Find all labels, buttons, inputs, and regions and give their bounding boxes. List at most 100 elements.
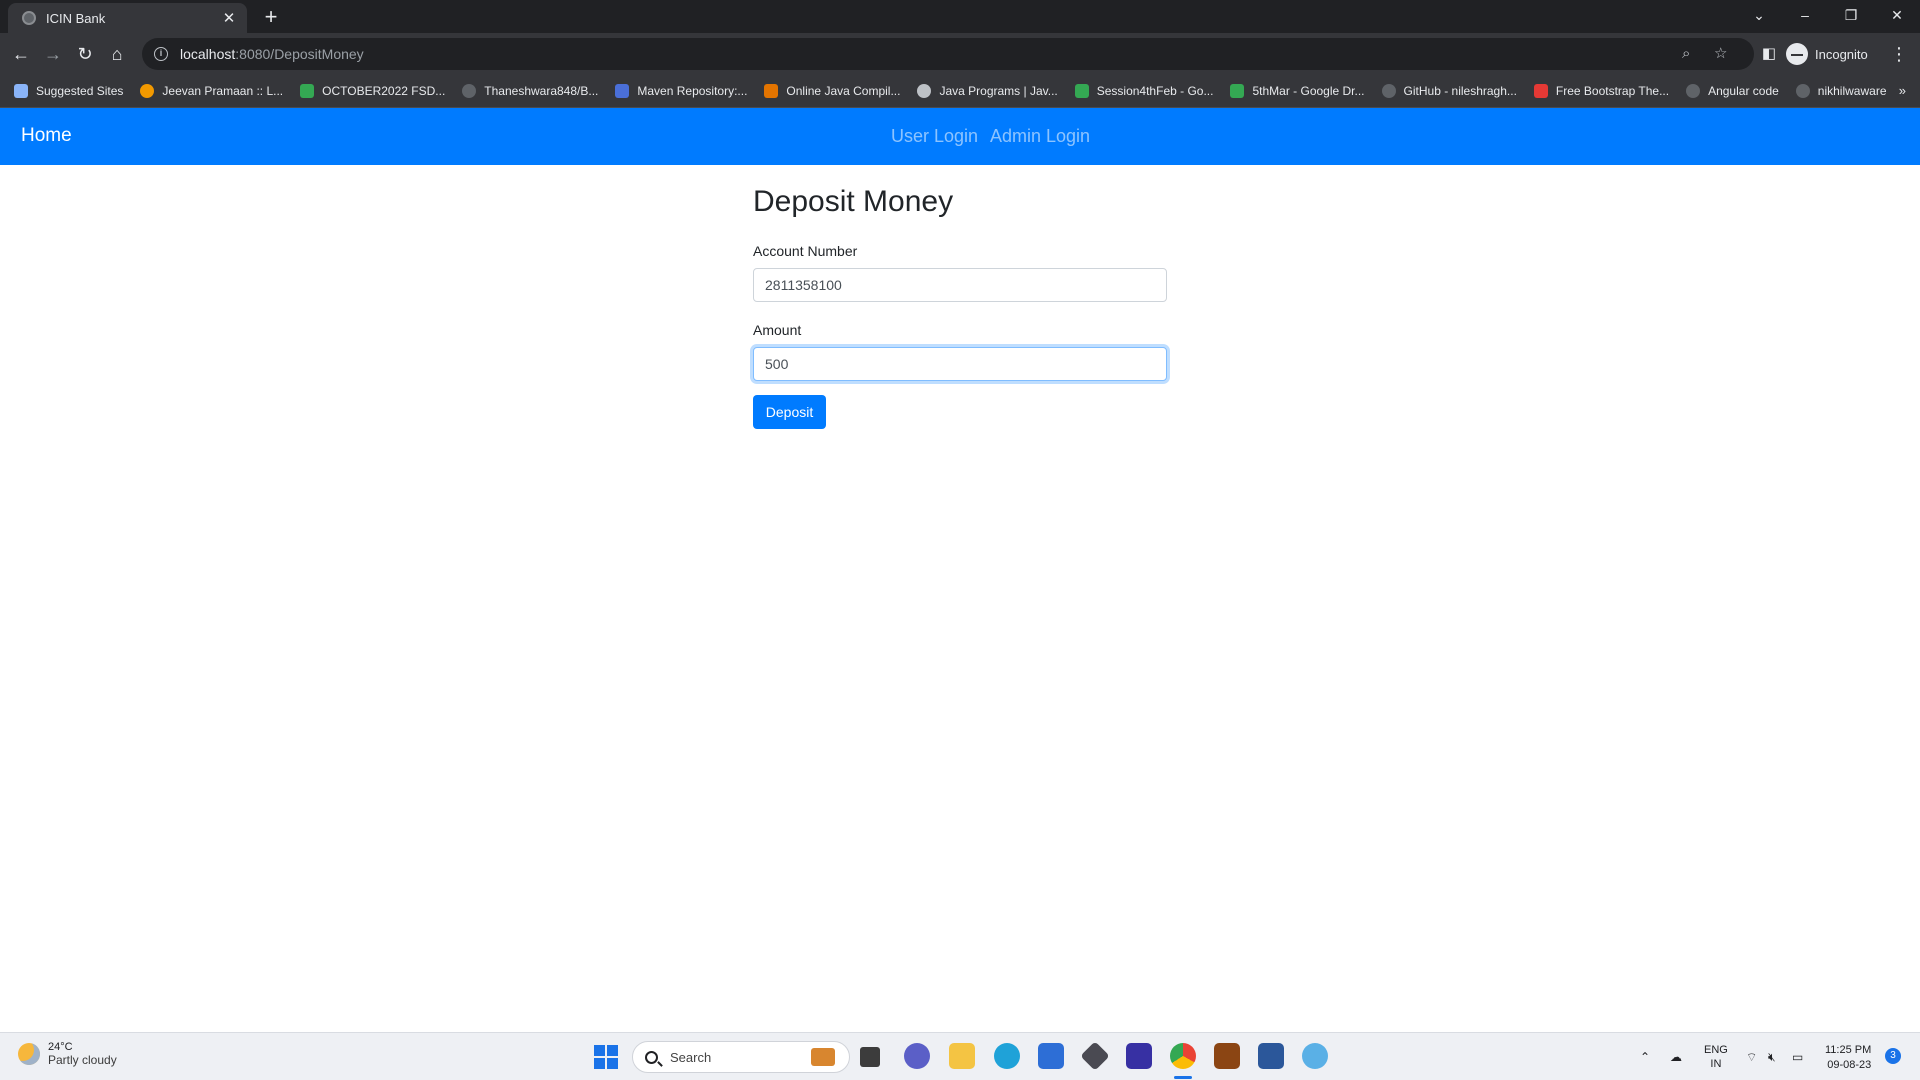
game-app-icon[interactable]: [1214, 1043, 1240, 1069]
partly-cloudy-icon: [18, 1043, 40, 1065]
account-number-label: Account Number: [753, 243, 858, 259]
github-icon: [462, 84, 477, 98]
bookmark-label: Maven Repository:...: [637, 84, 748, 98]
search-icon: [645, 1050, 658, 1064]
google-drive-icon: [1230, 84, 1245, 98]
weather-widget[interactable]: 24°C Partly cloudy: [18, 1041, 117, 1067]
incognito-label: Incognito: [1815, 46, 1868, 62]
menu-kebab-icon[interactable]: ⋮: [1886, 41, 1912, 67]
globe-icon: [22, 11, 36, 25]
language-indicator[interactable]: ENG IN: [1704, 1043, 1728, 1071]
browser-tab-active[interactable]: ICIN Bank ✕: [8, 3, 247, 33]
clock-time: 11:25 PM: [1825, 1044, 1872, 1056]
app-navbar: Home User Login Admin Login: [0, 108, 1920, 165]
back-arrow-icon[interactable]: ←: [8, 41, 34, 67]
reload-icon[interactable]: ↻: [72, 41, 98, 67]
new-tab-button[interactable]: +: [258, 4, 284, 30]
url-path: :8080/DepositMoney: [235, 46, 364, 62]
weather-desc: Partly cloudy: [48, 1053, 117, 1067]
incognito-profile-button[interactable]: Incognito: [1786, 40, 1868, 68]
github-icon: [1686, 84, 1701, 98]
show-hidden-icons-chevron-icon[interactable]: ⌃: [1640, 1033, 1650, 1080]
maven-icon: [615, 84, 630, 98]
bookmark-item[interactable]: Maven Repository:...: [615, 84, 747, 98]
lang-line1: ENG: [1704, 1044, 1728, 1056]
url-host: localhost: [180, 46, 236, 62]
vs-code-app-icon[interactable]: [1126, 1043, 1152, 1069]
bookmark-item[interactable]: nikhilwaware: [1795, 84, 1887, 98]
bookmark-star-icon[interactable]: ☆: [1714, 38, 1727, 70]
github-icon: [1795, 84, 1810, 98]
info-icon[interactable]: i: [154, 47, 168, 61]
onedrive-cloud-icon[interactable]: ☁: [1670, 1033, 1682, 1080]
bookmark-label: GitHub - nileshragh...: [1403, 84, 1517, 98]
weather-temp: 24°C: [48, 1041, 73, 1053]
bookmark-item[interactable]: Thaneshwara848/B...: [462, 84, 598, 98]
address-bar[interactable]: i localhost:8080/DepositMoney ⌕ ☆: [142, 38, 1754, 70]
bookmark-item[interactable]: Free Bootstrap The...: [1533, 84, 1669, 98]
forward-arrow-icon[interactable]: →: [40, 41, 66, 67]
bookmark-item[interactable]: GitHub - nileshragh...: [1381, 84, 1517, 98]
windows-start-icon[interactable]: [594, 1045, 618, 1069]
bookmarks-overflow-icon[interactable]: »: [1899, 83, 1906, 98]
clock-date: 09-08-23: [1827, 1059, 1872, 1071]
bookmark-label: Angular code: [1708, 84, 1779, 98]
bookmarks-bar: Suggested Sites Jeevan Pramaan :: L... OCT…: [0, 75, 1920, 108]
minimize-icon[interactable]: –: [1782, 0, 1828, 30]
nav-home-link[interactable]: Home: [21, 125, 72, 147]
tab-search-chevron-icon[interactable]: ⌄: [1736, 0, 1782, 30]
tab-close-icon[interactable]: ✕: [221, 9, 237, 27]
teams-chat-icon[interactable]: [904, 1043, 930, 1069]
bookmark-item[interactable]: 5thMar - Google Dr...: [1230, 84, 1365, 98]
amount-label: Amount: [753, 322, 802, 338]
battery-icon[interactable]: ▭: [1792, 1033, 1803, 1080]
microsoft-store-icon[interactable]: [1038, 1043, 1064, 1069]
globe-icon: [917, 84, 932, 98]
restore-icon[interactable]: ❐: [1828, 0, 1874, 30]
bookmark-label: Java Programs | Jav...: [939, 84, 1058, 98]
zoom-icon[interactable]: ⌕: [1682, 38, 1690, 70]
side-panel-icon[interactable]: ◧: [1756, 41, 1782, 67]
taskbar-search-label: Search: [670, 1049, 712, 1065]
edge-icon[interactable]: [994, 1043, 1020, 1069]
file-explorer-icon[interactable]: [949, 1043, 975, 1069]
clock[interactable]: 11:25 PM 09-08-23: [1825, 1043, 1871, 1073]
lang-line2: IN: [1710, 1058, 1722, 1070]
bookmark-item[interactable]: Angular code: [1686, 84, 1779, 98]
wifi-icon[interactable]: ⌔: [1746, 1033, 1757, 1080]
nav-admin-login-link[interactable]: Admin Login: [990, 126, 1090, 147]
bookmark-label: Thaneshwara848/B...: [484, 84, 599, 98]
bookmark-item[interactable]: Session4thFeb - Go...: [1074, 84, 1213, 98]
close-window-icon[interactable]: ✕: [1874, 0, 1920, 30]
unity-app-icon[interactable]: [1080, 1041, 1110, 1071]
browser-tab-strip: ICIN Bank ✕ + ⌄ – ❐ ✕: [0, 0, 1920, 33]
bookmark-label: 5thMar - Google Dr...: [1252, 84, 1365, 98]
bookmark-label: Online Java Compil...: [786, 84, 901, 98]
notification-badge[interactable]: 3: [1885, 1048, 1901, 1064]
settings-app-icon[interactable]: [1302, 1043, 1328, 1069]
bookmark-label: Suggested Sites: [36, 84, 124, 98]
incognito-icon: [1786, 43, 1808, 65]
bookmark-item[interactable]: Java Programs | Jav...: [917, 84, 1058, 98]
deposit-button[interactable]: Deposit: [753, 395, 826, 429]
web-page: Home User Login Admin Login Deposit Mone…: [0, 108, 1920, 1032]
bookmark-item[interactable]: Online Java Compil...: [764, 84, 900, 98]
nav-user-login-link[interactable]: User Login: [891, 126, 978, 147]
github-icon: [1381, 84, 1396, 98]
amount-field[interactable]: [753, 347, 1167, 381]
taskbar-search-box[interactable]: Search: [632, 1041, 850, 1073]
task-view-icon[interactable]: [860, 1047, 880, 1067]
deposit-form: Deposit Money Account Number Amount Depo…: [753, 185, 1167, 429]
word-icon[interactable]: [1258, 1043, 1284, 1069]
browser-toolbar: ← → ↻ ⌂ i localhost:8080/DepositMoney ⌕ …: [0, 33, 1920, 75]
bookmark-item[interactable]: Suggested Sites: [14, 84, 123, 98]
bookmark-label: Jeevan Pramaan :: L...: [162, 84, 284, 98]
speaker-muted-icon[interactable]: 🔇︎: [1768, 1033, 1776, 1080]
bookmark-item[interactable]: OCTOBER2022 FSD...: [300, 84, 445, 98]
home-icon[interactable]: ⌂: [104, 41, 130, 67]
tab-title: ICIN Bank: [46, 10, 106, 26]
windows-taskbar: 24°C Partly cloudy Search ⌃ ☁ ENG IN ⌔ 🔇…: [0, 1032, 1920, 1080]
chrome-icon[interactable]: [1170, 1043, 1196, 1069]
bookmark-item[interactable]: Jeevan Pramaan :: L...: [140, 84, 283, 98]
account-number-field[interactable]: [753, 268, 1167, 302]
